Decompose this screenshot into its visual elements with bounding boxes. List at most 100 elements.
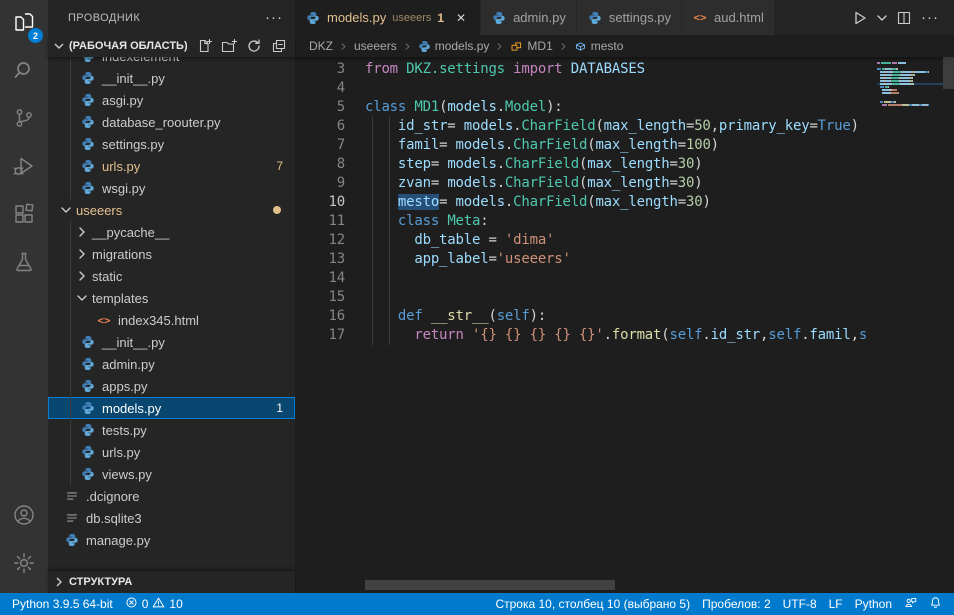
status-label: UTF-8 — [783, 597, 817, 611]
line-number[interactable]: 3 — [295, 60, 345, 79]
split-editor-icon[interactable] — [894, 6, 914, 30]
line-number[interactable]: 15 — [295, 288, 345, 307]
code-line: 3from DKZ.settings import DATABASES — [295, 60, 954, 79]
tree-item-models.py[interactable]: models.py1 — [48, 397, 295, 419]
symbol-field-icon — [574, 40, 587, 53]
breadcrumb-item-DKZ[interactable]: DKZ — [309, 39, 333, 53]
line-number[interactable]: 5 — [295, 98, 345, 117]
tab-models.py[interactable]: models.pyuseeers1✕ — [295, 0, 481, 35]
status-feedback[interactable] — [898, 593, 923, 615]
tree-folder-static[interactable]: static — [48, 265, 295, 287]
new-folder-icon[interactable] — [221, 38, 237, 54]
tree-item-manage.py[interactable]: manage.py — [48, 529, 295, 551]
status-notifications[interactable] — [923, 593, 948, 615]
problems-badge: 1 — [276, 401, 283, 415]
line-number[interactable]: 4 — [295, 79, 345, 98]
line-number[interactable]: 13 — [295, 250, 345, 269]
tab-admin.py[interactable]: admin.py — [481, 0, 577, 35]
minimap-line — [877, 86, 943, 88]
status-indentation[interactable]: Пробелов: 2 — [696, 593, 777, 615]
activity-item-extensions[interactable] — [0, 192, 48, 240]
collapse-all-icon[interactable] — [271, 38, 287, 54]
status-problems[interactable]: 010 — [119, 593, 189, 615]
breadcrumb-item-mesto[interactable]: mesto — [574, 39, 624, 53]
refresh-icon[interactable] — [246, 38, 262, 54]
tree-item-asgi.py[interactable]: asgi.py — [48, 89, 295, 111]
activity-item-explorer[interactable]: 2 — [0, 0, 48, 48]
status-python-version[interactable]: Python 3.9.5 64-bit — [6, 593, 119, 615]
tab-aud.html[interactable]: <>aud.html — [682, 0, 775, 35]
breadcrumb-item-useeers[interactable]: useeers — [354, 39, 397, 53]
minimap[interactable] — [873, 57, 943, 593]
close-icon[interactable]: ✕ — [452, 9, 470, 27]
tabs: models.pyuseeers1✕admin.pysettings.py<>a… — [295, 0, 775, 35]
activity-item-source-control[interactable] — [0, 96, 48, 144]
code-line: 9 zvan= models.CharField(max_length=30) — [295, 174, 954, 193]
file-label: urls.py — [102, 445, 140, 460]
tab-settings.py[interactable]: settings.py — [577, 0, 682, 35]
bell-icon — [929, 596, 942, 612]
views-and-more-actions-icon[interactable]: ··· — [265, 9, 283, 26]
tree-item-index345.html[interactable]: <>index345.html — [48, 309, 295, 331]
file-label: tests.py — [102, 423, 147, 438]
status-cursor-position[interactable]: Строка 10, столбец 10 (выбрано 5) — [489, 593, 696, 615]
tree-item-urls.py[interactable]: urls.py — [48, 441, 295, 463]
tree-folder-__pycache__[interactable]: __pycache__ — [48, 221, 295, 243]
activity-item-search[interactable] — [0, 48, 48, 96]
tree-item-tests.py[interactable]: tests.py — [48, 419, 295, 441]
status-eol[interactable]: LF — [823, 593, 849, 615]
file-label: urls.py — [102, 159, 140, 174]
tree-item-database_roouter.py[interactable]: database_roouter.py — [48, 111, 295, 133]
python-icon — [80, 92, 96, 108]
tree-item-indexelement[interactable]: indexelement — [48, 57, 295, 67]
tree-item-urls.py[interactable]: urls.py7 — [48, 155, 295, 177]
line-number[interactable]: 7 — [295, 136, 345, 155]
tree-item-.dcignore[interactable]: .dcignore — [48, 485, 295, 507]
tree-item-apps.py[interactable]: apps.py — [48, 375, 295, 397]
line-number[interactable]: 12 — [295, 231, 345, 250]
tree-item-__init__.py[interactable]: __init__.py — [48, 331, 295, 353]
activity-item-run-and-debug[interactable] — [0, 144, 48, 192]
status-encoding[interactable]: UTF-8 — [777, 593, 823, 615]
activity-item-testing[interactable] — [0, 240, 48, 288]
line-number[interactable]: 8 — [295, 155, 345, 174]
tab-bar: models.pyuseeers1✕admin.pysettings.py<>a… — [295, 0, 954, 35]
tree-folder-templates[interactable]: templates — [48, 287, 295, 309]
activity-item-manage[interactable] — [0, 541, 48, 589]
activity-item-accounts[interactable] — [0, 493, 48, 541]
warning-icon — [152, 596, 165, 612]
tree-item-views.py[interactable]: views.py — [48, 463, 295, 485]
new-file-icon[interactable] — [196, 38, 212, 54]
tree-folder-migrations[interactable]: migrations — [48, 243, 295, 265]
workspace-section-header[interactable]: (РАБОЧАЯ ОБЛАСТЬ) ... — [48, 35, 295, 57]
code-line: 11 class Meta: — [295, 212, 954, 231]
tab-description: useeers — [392, 12, 431, 24]
file-tree: indexelement__init__.pyasgi.pydatabase_r… — [48, 57, 295, 571]
line-number[interactable]: 16 — [295, 307, 345, 326]
status-label: Пробелов: 2 — [702, 597, 771, 611]
line-number[interactable]: 10 — [295, 193, 345, 212]
tree-item-admin.py[interactable]: admin.py — [48, 353, 295, 375]
line-number[interactable]: 6 — [295, 117, 345, 136]
selected-text: mesto — [398, 194, 439, 210]
horizontal-scrollbar[interactable] — [365, 580, 615, 590]
more-actions-icon[interactable]: ··· — [916, 6, 944, 30]
line-number[interactable]: 17 — [295, 326, 345, 345]
tree-item-__init__.py[interactable]: __init__.py — [48, 67, 295, 89]
code-editor[interactable]: 3from DKZ.settings import DATABASES45cla… — [295, 57, 954, 593]
run-dropdown-icon[interactable] — [872, 6, 892, 30]
run-python-file-icon[interactable] — [850, 6, 870, 30]
vertical-scrollbar[interactable] — [943, 57, 954, 89]
tree-item-settings.py[interactable]: settings.py — [48, 133, 295, 155]
line-number[interactable]: 9 — [295, 174, 345, 193]
line-number[interactable]: 14 — [295, 269, 345, 288]
file-label: views.py — [102, 467, 152, 482]
outline-section-header[interactable]: СТРУКТУРА — [48, 571, 295, 593]
tree-item-db.sqlite3[interactable]: db.sqlite3 — [48, 507, 295, 529]
line-number[interactable]: 11 — [295, 212, 345, 231]
tree-item-wsgi.py[interactable]: wsgi.py — [48, 177, 295, 199]
tree-folder-useeers[interactable]: useeers — [48, 199, 295, 221]
breadcrumb-item-MD1[interactable]: MD1 — [510, 39, 552, 53]
status-language-mode[interactable]: Python — [849, 593, 898, 615]
breadcrumb-item-models.py[interactable]: models.py — [418, 39, 490, 53]
